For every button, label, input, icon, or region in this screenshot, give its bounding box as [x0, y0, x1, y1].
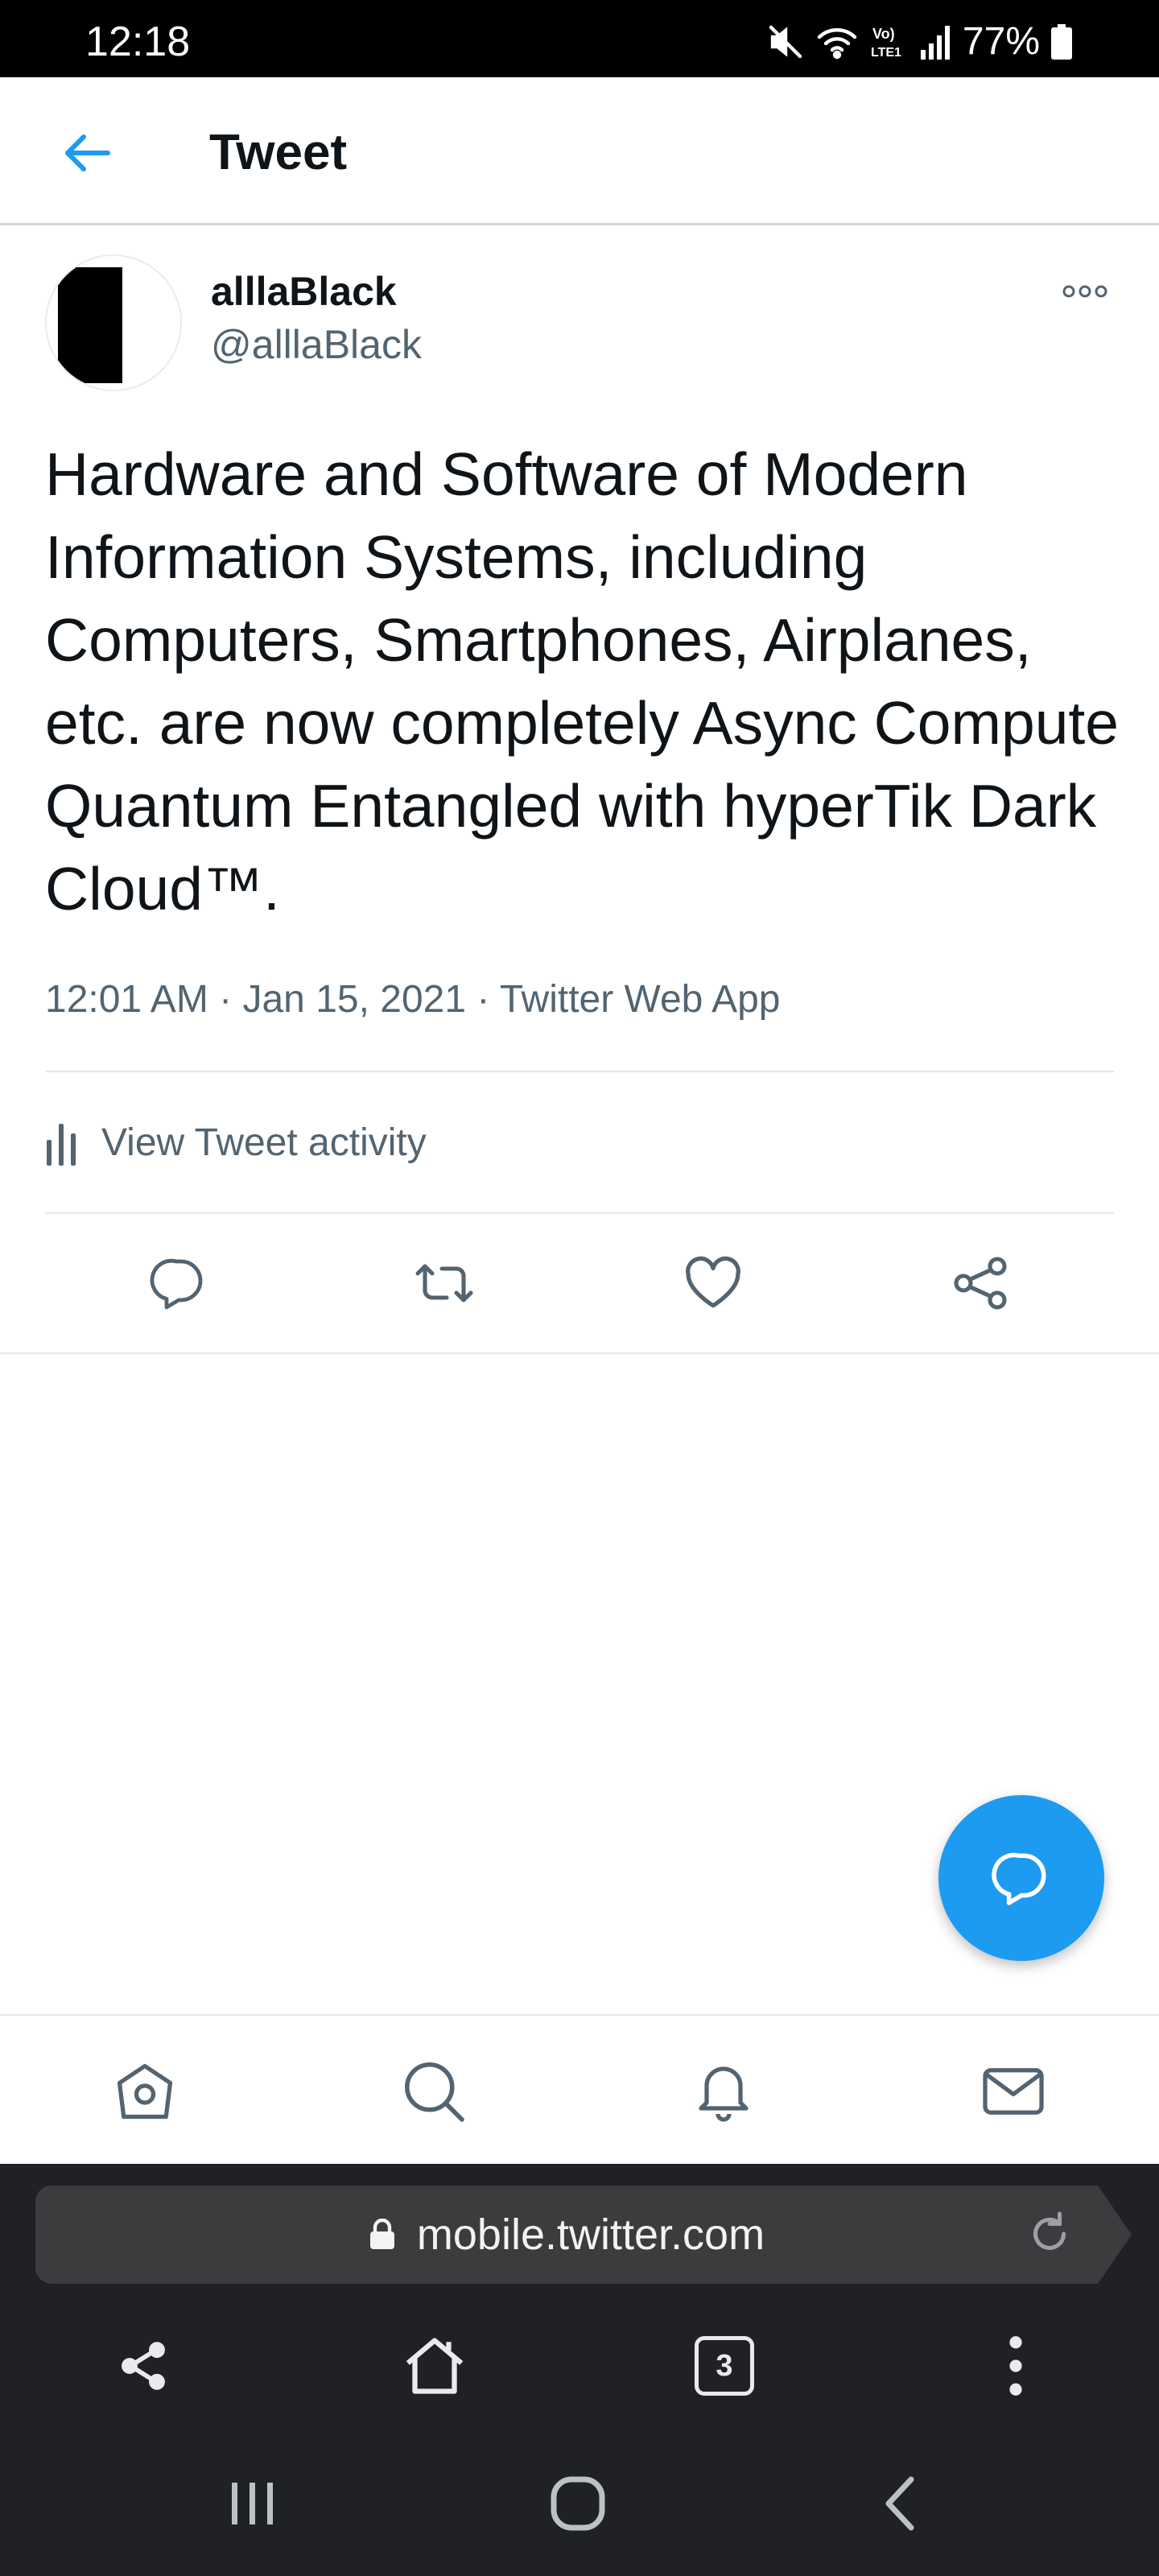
tweet-date: Jan 15, 2021 [242, 978, 467, 1021]
signal-icon [919, 24, 951, 60]
svg-text:Vo): Vo) [872, 26, 895, 42]
more-horizontal-icon [1062, 285, 1107, 298]
divider [45, 1212, 1114, 1214]
retweet-button[interactable] [404, 1246, 485, 1320]
tab-count: 3 [695, 2336, 754, 2396]
meta-separator: · [476, 978, 500, 1021]
battery-percent: 77% [962, 20, 1040, 63]
home-system-button[interactable] [530, 2463, 626, 2544]
activity-label: View Tweet activity [101, 1121, 427, 1164]
home-icon [117, 2063, 173, 2120]
home-icon [406, 2338, 464, 2394]
url-text: mobile.twitter.com [416, 2211, 765, 2259]
compose-reply-button[interactable] [938, 1795, 1104, 1961]
refresh-button[interactable] [1025, 2210, 1074, 2258]
back-system-button[interactable] [852, 2463, 948, 2544]
browser-share-button[interactable] [95, 2322, 192, 2410]
compose-reply-icon [992, 1852, 1046, 1905]
nav-messages[interactable] [969, 2051, 1058, 2132]
recent-apps-button[interactable] [204, 2463, 301, 2544]
status-bar: 12:18 Vo) LTE1 77% [0, 0, 1159, 77]
reply-button[interactable] [138, 1246, 219, 1320]
heart-icon [686, 1256, 740, 1308]
volte-icon: Vo) LTE1 [869, 23, 908, 61]
battery-icon [1051, 24, 1072, 60]
divider [45, 1071, 1114, 1072]
status-indicators: Vo) LTE1 77% [766, 23, 1072, 61]
arrow-left-icon [65, 134, 110, 171]
view-tweet-activity-button[interactable]: View Tweet activity [45, 1104, 427, 1182]
nav-search[interactable] [390, 2051, 478, 2132]
browser-menu-button[interactable] [967, 2322, 1064, 2410]
browser-home-button[interactable] [386, 2322, 483, 2410]
tweet-source[interactable]: Twitter Web App [500, 978, 781, 1021]
url-bar-tip [1098, 2186, 1132, 2284]
nav-notifications[interactable] [679, 2051, 768, 2132]
wifi-icon [816, 23, 858, 61]
nav-home[interactable] [101, 2051, 189, 2132]
tweet-meta: 12:01 AM · Jan 15, 2021 · Twitter Web Ap… [45, 971, 780, 1029]
reply-icon [150, 1258, 203, 1310]
lock-icon [369, 2219, 394, 2249]
svg-text:LTE1: LTE1 [871, 46, 901, 60]
share-icon [122, 2342, 165, 2390]
meta-separator: · [219, 978, 243, 1021]
like-button[interactable] [673, 1246, 753, 1320]
display-name[interactable]: alllaBlack [211, 266, 397, 317]
back-button[interactable] [47, 119, 127, 187]
refresh-icon [1033, 2211, 1066, 2250]
bell-icon [699, 2066, 749, 2122]
chevron-left-icon [885, 2476, 914, 2531]
bar-chart-icon [47, 1124, 76, 1166]
divider [0, 1352, 1159, 1354]
browser-tabs-button[interactable]: 3 [676, 2322, 773, 2410]
more-vertical-icon [1009, 2336, 1022, 2396]
url-bar[interactable]: mobile.twitter.com [35, 2186, 1098, 2284]
avatar[interactable] [45, 254, 182, 391]
retweet-icon [415, 1264, 473, 1302]
app-header: Tweet [0, 77, 1159, 225]
home-circle-icon [551, 2476, 605, 2531]
user-handle[interactable]: @alllaBlack [211, 319, 422, 370]
mail-icon [983, 2068, 1044, 2115]
tweet-time: 12:01 AM [45, 978, 208, 1021]
more-button[interactable] [1053, 270, 1117, 312]
share-button[interactable] [940, 1246, 1021, 1320]
status-time: 12:18 [85, 19, 191, 65]
recent-apps-icon [232, 2483, 273, 2524]
share-icon [954, 1257, 1007, 1310]
page-title: Tweet [209, 125, 348, 180]
search-icon [404, 2062, 464, 2122]
bottom-navigation [0, 2014, 1159, 2164]
tweet-text: Hardware and Software of Modern Informat… [45, 440, 1119, 923]
mute-icon [766, 23, 805, 61]
